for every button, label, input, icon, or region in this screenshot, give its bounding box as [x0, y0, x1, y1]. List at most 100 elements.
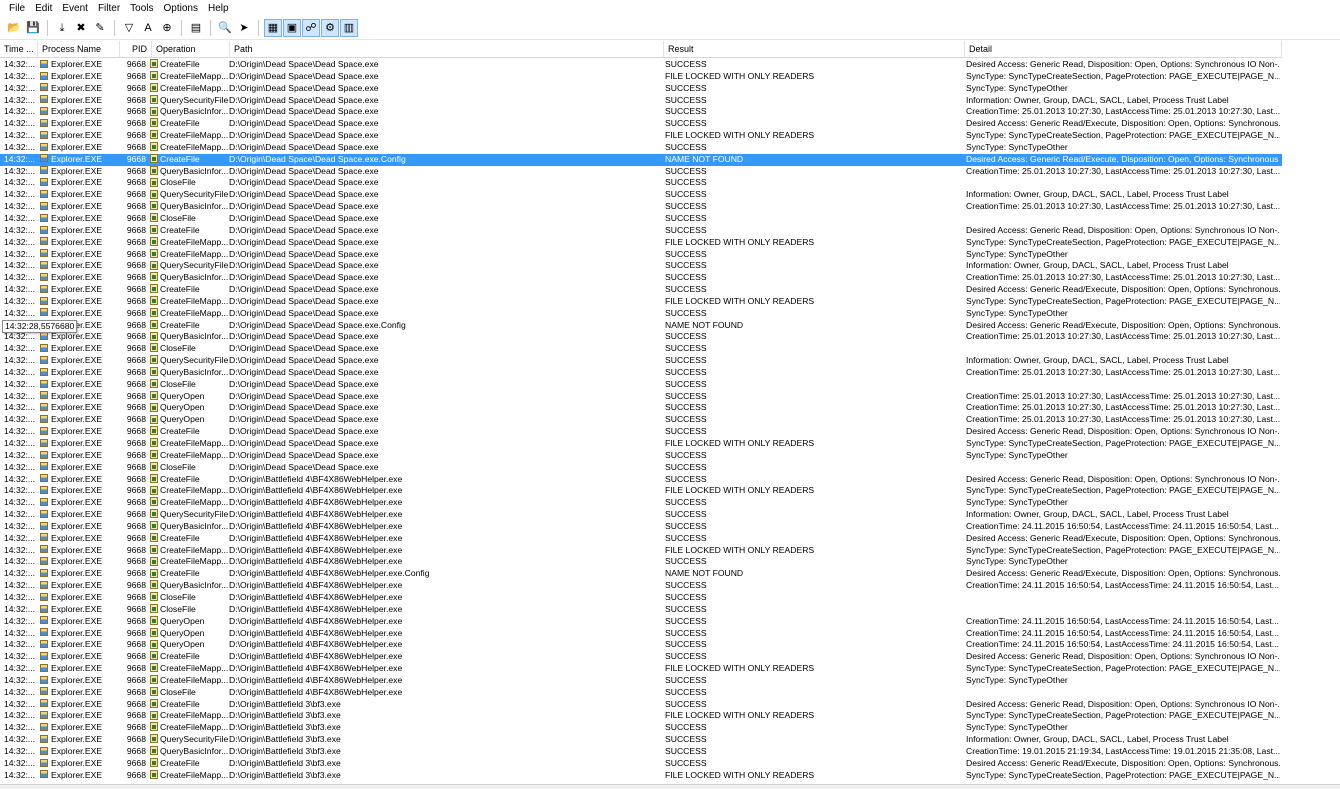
menu-event[interactable]: Event [57, 0, 93, 17]
table-row[interactable]: 14:32:... Explorer.EXE 9668 QueryBasicInfor… [0, 201, 1282, 213]
registry-icon[interactable]: ▦ [264, 19, 282, 37]
table-row[interactable]: 14:32:... Explorer.EXE 9668 CreateFileMapp.… [0, 130, 1282, 142]
table-row[interactable]: 14:32:... Explorer.EXE 9668 CloseFile D:\Ori… [0, 604, 1282, 616]
process-icon[interactable]: ⚙ [321, 19, 339, 37]
column-path[interactable]: Path [230, 41, 664, 57]
table-row[interactable]: 14:32:... Explorer.EXE 9668 CreateFileMapp.… [0, 249, 1282, 261]
table-row[interactable]: 14:32:... Explorer.EXE 9668 CreateFileMapp.… [0, 675, 1282, 687]
table-row[interactable]: 14:32:... Explorer.EXE 9668 CreateFileMapp.… [0, 71, 1282, 83]
table-row[interactable]: 14:32:...Explorer.EXE9668CreateFileD:\Or… [0, 284, 1282, 296]
highlight-icon[interactable]: A [140, 20, 156, 36]
table-row[interactable]: 14:32:... Explorer.EXE 9668 CloseFile D:\Ori… [0, 213, 1282, 225]
path-cell-text: D:\Origin\Dead Space\Dead Space.exe [229, 390, 379, 401]
operation-cell: CreateFile [150, 118, 228, 130]
network-icon[interactable]: ☍ [302, 19, 320, 37]
edit-filter-icon[interactable]: ✎ [92, 20, 108, 36]
table-row[interactable]: 14:32:... Explorer.EXE 9668 QuerySecurityFi… [0, 95, 1282, 107]
table-row[interactable]: 14:32:...Explorer.EXE9668CreateFileD:\Or… [0, 320, 1282, 332]
table-row[interactable]: 14:32:... Explorer.EXE 9668 QueryOpen D:\Ori… [0, 628, 1282, 640]
table-row[interactable]: 14:32:... Explorer.EXE 9668 QueryOpen D:\Ori… [0, 414, 1282, 426]
table-row[interactable]: 14:32:... Explorer.EXE 9668 CloseFile D:\Ori… [0, 177, 1282, 189]
table-row[interactable]: 14:32:... Explorer.EXE 9668 CreateFileMapp.… [0, 497, 1282, 509]
table-row[interactable]: 14:32:... Explorer.EXE 9668 QuerySecurityFi… [0, 189, 1282, 201]
table-row[interactable]: 14:32:... Explorer.EXE 9668 CloseFile D:\Ori… [0, 462, 1282, 474]
table-row[interactable]: 14:32:... Explorer.EXE 9668 CreateFileMapp.… [0, 83, 1282, 95]
table-row[interactable]: 14:32:...Explorer.EXE9668CreateFileD:\Or… [0, 225, 1282, 237]
table-row[interactable]: 14:32:... Explorer.EXE 9668 CreateFileMapp.… [0, 450, 1282, 462]
menu-file[interactable]: File [4, 0, 30, 17]
table-row[interactable]: 14:32:...Explorer.EXE9668CreateFileD:\Or… [0, 651, 1282, 663]
table-row[interactable]: 14:32:... Explorer.EXE 9668 QueryBasicInfor… [0, 331, 1282, 343]
table-row[interactable]: 14:32:...Explorer.EXE9668CreateFileD:\Or… [0, 426, 1282, 438]
table-row[interactable]: 14:32:... Explorer.EXE 9668 QueryBasicInfor… [0, 367, 1282, 379]
column-pid[interactable]: PID [120, 41, 152, 57]
table-row[interactable]: 14:32:... Explorer.EXE 9668 CreateFileMapp.… [0, 770, 1282, 782]
table-row[interactable]: 14:32:... Explorer.EXE 9668 QueryBasicInfor… [0, 746, 1282, 758]
table-row[interactable]: 14:32:...Explorer.EXE9668CreateFileD:\Or… [0, 118, 1282, 130]
table-row[interactable]: 14:32:... Explorer.EXE 9668 CreateFileMapp.… [0, 663, 1282, 675]
table-row[interactable]: 14:32:... Explorer.EXE 9668 CloseFile D:\Ori… [0, 379, 1282, 391]
operation-cell-text: CloseFile [160, 603, 196, 614]
column-operation[interactable]: Operation [152, 41, 230, 57]
table-row[interactable]: 14:32:... Explorer.EXE 9668 QuerySecurityFi… [0, 260, 1282, 272]
table-row[interactable]: 14:32:... Explorer.EXE 9668 CloseFile D:\Ori… [0, 687, 1282, 699]
table-row[interactable]: 14:32:...Explorer.EXE9668CreateFileD:\Or… [0, 474, 1282, 486]
table-row[interactable]: 14:32:... Explorer.EXE 9668 QuerySecurityFi… [0, 355, 1282, 367]
table-row[interactable]: 14:32:... Explorer.EXE 9668 CreateFileMapp.… [0, 142, 1282, 154]
column-detail[interactable]: Detail [965, 41, 1282, 57]
table-row[interactable]: 14:32:...Explorer.EXE9668CreateFileD:\Or… [0, 568, 1282, 580]
table-row[interactable]: 14:32:... Explorer.EXE 9668 CreateFileMapp.… [0, 296, 1282, 308]
detail-cell: SyncType: SyncTypeOther [966, 722, 1280, 734]
table-row[interactable]: 14:32:... Explorer.EXE 9668 CreateFileMapp.… [0, 485, 1282, 497]
menu-edit[interactable]: Edit [30, 0, 57, 17]
table-row[interactable]: 14:32:...Explorer.EXE9668CreateFileD:\Or… [0, 699, 1282, 711]
filter-icon[interactable]: ▽ [121, 20, 137, 36]
process-icon [40, 391, 48, 400]
table-row[interactable]: 14:32:... Explorer.EXE 9668 CloseFile D:\Ori… [0, 592, 1282, 604]
path-cell-text: D:\Origin\Dead Space\Dead Space.exe [229, 378, 379, 389]
target-icon[interactable]: ⊕ [159, 20, 175, 36]
open-icon[interactable]: 📂 [6, 20, 22, 36]
table-row[interactable]: 14:32:... Explorer.EXE 9668 CloseFile D:\Ori… [0, 343, 1282, 355]
autoscroll-icon[interactable]: ⤓ [54, 20, 70, 36]
event-props-icon[interactable]: ▤ [188, 20, 204, 36]
table-row[interactable]: 14:32:... Explorer.EXE 9668 CreateFileMapp.… [0, 545, 1282, 557]
table-row[interactable]: 14:32:... Explorer.EXE 9668 QuerySecurityFi… [0, 509, 1282, 521]
table-row[interactable]: 14:32:... Explorer.EXE 9668 QueryBasicInfor… [0, 106, 1282, 118]
table-row[interactable]: 14:32:... Explorer.EXE 9668 CreateFileMapp.… [0, 237, 1282, 249]
save-icon[interactable]: 💾 [25, 20, 41, 36]
column-process-name[interactable]: Process Name [38, 41, 120, 57]
table-row[interactable]: 14:32:... Explorer.EXE 9668 CreateFileMapp.… [0, 438, 1282, 450]
table-row[interactable]: 14:32:... Explorer.EXE 9668 QueryBasicInfor… [0, 580, 1282, 592]
table-row[interactable]: 14:32:... Explorer.EXE 9668 QueryOpen D:\Ori… [0, 391, 1282, 403]
table-row[interactable]: 14:32:... Explorer.EXE 9668 QueryOpen D:\Ori… [0, 639, 1282, 651]
table-row[interactable]: 14:32:... Explorer.EXE 9668 CreateFileMapp.… [0, 556, 1282, 568]
menu-help[interactable]: Help [203, 0, 234, 17]
column-result[interactable]: Result [664, 41, 965, 57]
table-row[interactable]: 14:32:...Explorer.EXE9668CreateFileD:\Or… [0, 59, 1282, 71]
column-time[interactable]: Time ... [0, 41, 38, 57]
table-row[interactable]: 14:32:... Explorer.EXE 9668 QueryOpen D:\Ori… [0, 616, 1282, 628]
horizontal-scrollbar[interactable] [0, 784, 1340, 789]
table-row[interactable]: 14:32:... Explorer.EXE 9668 QueryBasicInfor… [0, 521, 1282, 533]
table-row[interactable]: 14:32:... Explorer.EXE 9668 QueryOpen D:\Ori… [0, 402, 1282, 414]
table-row[interactable]: 14:32:...Explorer.EXE9668CreateFileD:\Or… [0, 758, 1282, 770]
jump-icon[interactable]: ➤ [236, 20, 252, 36]
filesystem-icon[interactable]: ▣ [283, 19, 301, 37]
result-cell-text: SUCCESS [665, 651, 707, 662]
table-row[interactable]: 14:32:... Explorer.EXE 9668 CreateFileMapp.… [0, 308, 1282, 320]
table-row[interactable]: 14:32:... Explorer.EXE 9668 QueryBasicInfor… [0, 272, 1282, 284]
table-row[interactable]: 14:32:...Explorer.EXE9668CreateFileD:\Or… [0, 533, 1282, 545]
menu-filter[interactable]: Filter [93, 0, 125, 17]
profiling-icon[interactable]: ▥ [340, 19, 358, 37]
menu-options[interactable]: Options [159, 0, 203, 17]
table-row[interactable]: 14:32:... Explorer.EXE 9668 QuerySecurityFi… [0, 734, 1282, 746]
table-row[interactable]: 14:32:... Explorer.EXE 9668 CreateFileMapp.… [0, 710, 1282, 722]
table-row[interactable]: 14:32:... Explorer.EXE 9668 QueryBasicInfor… [0, 166, 1282, 178]
event-list[interactable]: 14:32:... Explorer.EXE 9668 CreateFile D:\Or… [0, 59, 1282, 781]
clear-icon[interactable]: ✖ [73, 20, 89, 36]
table-row[interactable]: 14:32:... Explorer.EXE 9668 CreateFileMapp.… [0, 722, 1282, 734]
menu-tools[interactable]: Tools [125, 0, 158, 17]
find-icon[interactable]: 🔍 [217, 20, 233, 36]
table-row[interactable]: 14:32:...Explorer.EXE9668CreateFileD:\Or… [0, 153, 1282, 166]
